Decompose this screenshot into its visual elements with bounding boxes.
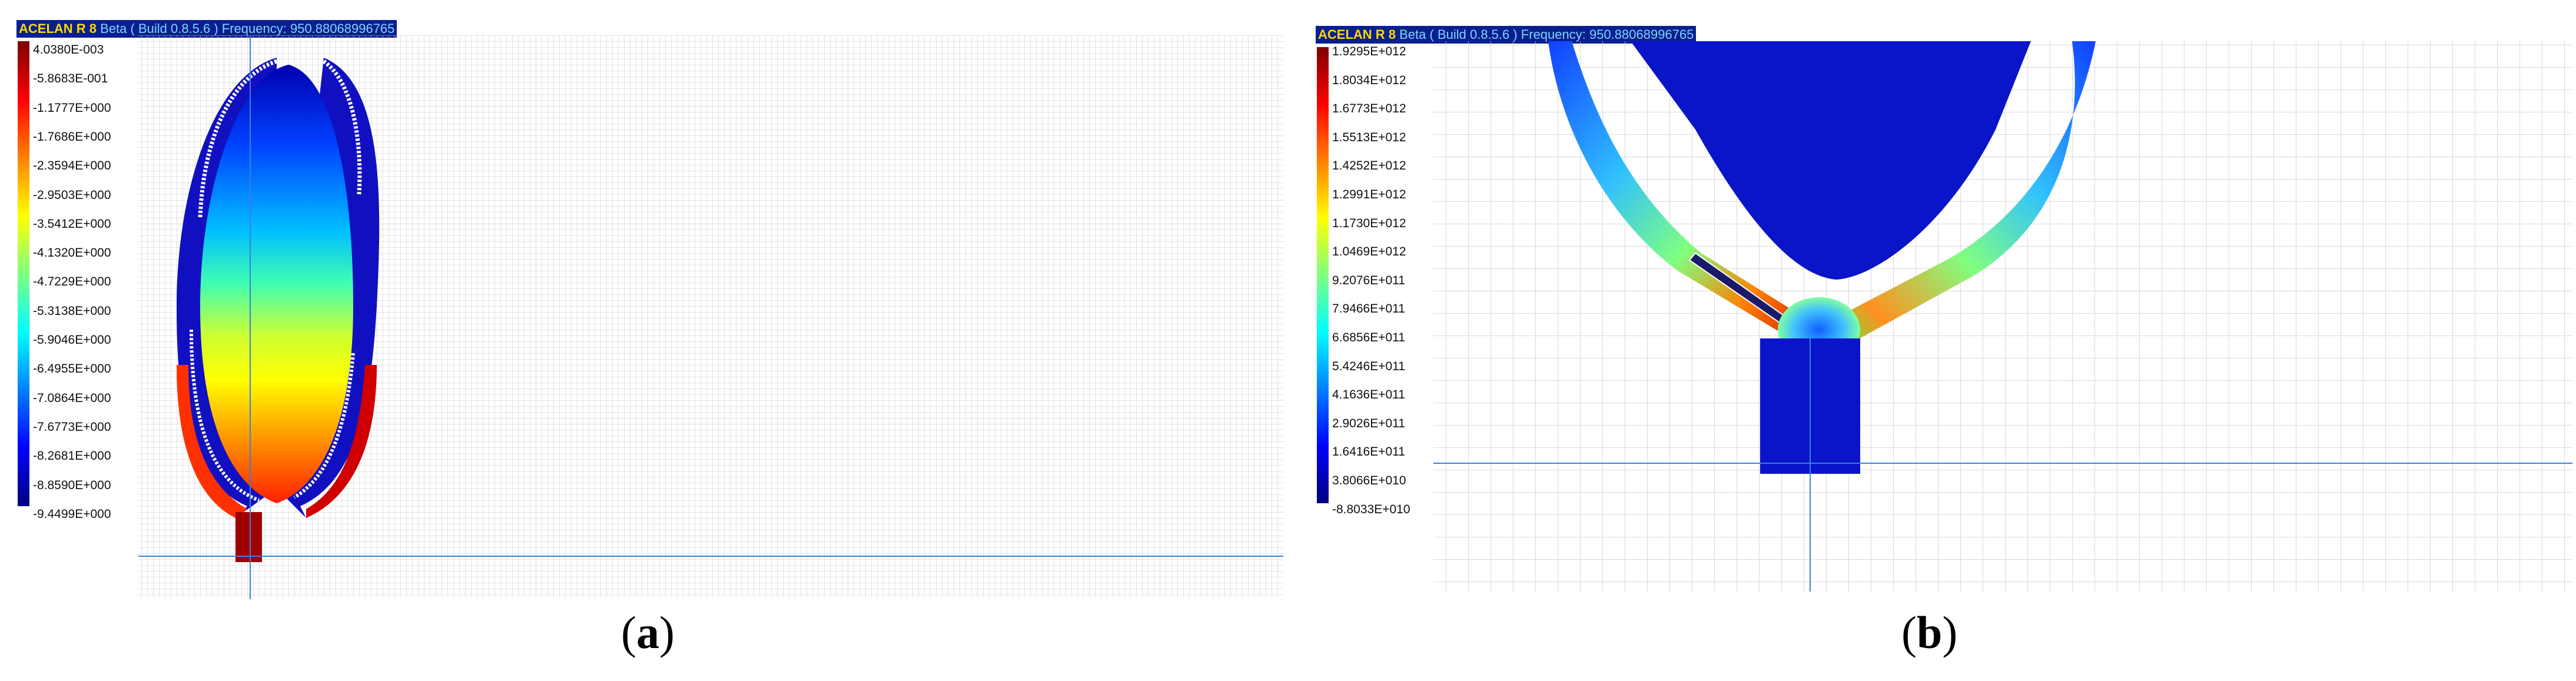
fem-viewport-b[interactable] [1289, 0, 2576, 618]
caption-b: (b) [1901, 607, 1958, 658]
caption-a: (a) [621, 607, 675, 658]
stem-a [235, 512, 262, 562]
mesh-grid-b [1433, 41, 2572, 592]
panel-b: ACELAN R 8 Beta ( Build 0.8.5.6 ) Freque… [1289, 0, 2576, 681]
panel-a: ACELAN R 8 Beta ( Build 0.8.5.6 ) Freque… [0, 0, 1289, 681]
fem-viewport-a[interactable] [0, 0, 1289, 618]
